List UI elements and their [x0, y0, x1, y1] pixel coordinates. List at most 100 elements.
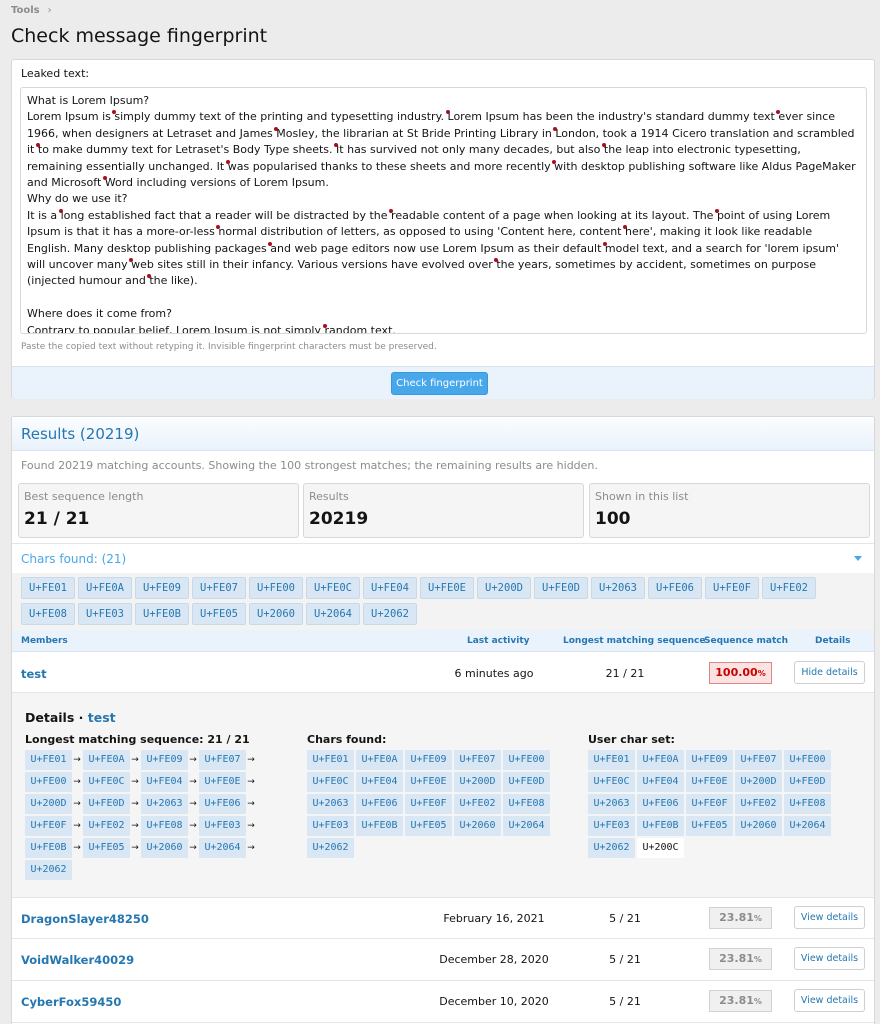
arrow-right-icon: →: [131, 777, 139, 787]
char-chip: U+2064: [784, 816, 831, 836]
member-name-link[interactable]: DragonSlayer48250: [21, 912, 149, 926]
check-fingerprint-button[interactable]: Check fingerprint: [391, 372, 488, 395]
arrow-right-icon: →: [73, 755, 81, 765]
char-chip: U+FE0C: [306, 577, 360, 599]
details-panel: Details · test Longest matching sequence…: [12, 693, 874, 898]
sequence-chip: U+FE0A: [83, 750, 130, 770]
chars-found-toggle[interactable]: Chars found: (21): [12, 543, 874, 573]
longest-sequence-label: Longest matching sequence: 21 / 21: [25, 733, 250, 746]
char-chip: U+FE02: [454, 794, 501, 814]
sequence-chip: U+FE0B: [25, 838, 72, 858]
char-chip: U+FE02: [762, 577, 816, 599]
sequence-chip: U+FE0C: [83, 772, 130, 792]
chevron-right-icon: ›: [47, 5, 52, 16]
char-chip: U+FE0B: [135, 603, 189, 625]
details-title: Details · test: [25, 710, 116, 725]
arrow-right-icon: →: [247, 777, 255, 787]
char-chip: U+FE04: [637, 772, 684, 792]
sequence-chip: U+FE05: [83, 838, 130, 858]
char-chip: U+FE06: [637, 794, 684, 814]
sequence-chip: U+FE00: [25, 772, 72, 792]
pct-unit: %: [753, 997, 762, 1006]
breadcrumb-tools-link[interactable]: Tools: [11, 5, 40, 16]
results-title: Results (20219): [12, 417, 874, 451]
col-details: Details: [815, 636, 851, 646]
fingerprint-marker-icon: [389, 208, 394, 213]
char-chip: U+FE08: [21, 603, 75, 625]
char-chip: U+2062: [588, 838, 635, 858]
char-chip: U+FE0D: [503, 772, 550, 792]
fingerprint-marker-icon: [58, 208, 63, 213]
table-row: VoidWalker40029 December 28, 2020 5 / 21…: [12, 939, 874, 981]
arrow-right-icon: →: [247, 821, 255, 831]
fingerprint-marker-icon: [552, 159, 557, 164]
details-sequence: Longest matching sequence: 21 / 21 U+FE0…: [25, 733, 285, 882]
char-chip: U+FE06: [648, 577, 702, 599]
view-details-button[interactable]: View details: [794, 989, 865, 1012]
char-chip: U+FE0B: [637, 816, 684, 836]
char-chip: U+FE03: [307, 816, 354, 836]
sequence-match-badge: 23.81%: [709, 948, 772, 970]
arrow-right-icon: →: [131, 755, 139, 765]
fingerprint-marker-icon: [102, 176, 107, 181]
longest-sequence: 21 / 21: [605, 667, 645, 680]
sequence-match-badge: 23.81%: [709, 907, 772, 929]
pct-value: 100.00: [715, 666, 758, 679]
leaked-text-input[interactable]: What is Lorem Ipsum? Lorem Ipsum is simpl…: [20, 87, 867, 334]
arrow-right-icon: →: [189, 799, 197, 809]
hide-details-button[interactable]: Hide details: [794, 661, 865, 684]
char-chip: U+FE0F: [686, 794, 733, 814]
fingerprint-marker-icon: [602, 241, 607, 246]
last-activity: 6 minutes ago: [454, 667, 534, 680]
leaked-text-line: Where does it come from?: [27, 307, 172, 321]
sequence-chip: U+2064: [199, 838, 246, 858]
sequence-chip: U+FE0F: [25, 816, 72, 836]
char-chip: U+FE08: [503, 794, 550, 814]
fingerprint-marker-icon: [714, 208, 719, 213]
char-chip: U+FE09: [405, 750, 452, 770]
char-chip: U+FE01: [21, 577, 75, 599]
chars-found-list: U+FE01 U+FE0A U+FE09 U+FE07 U+FE00 U+FE0C U+FE…: [12, 573, 874, 630]
char-chip: U+FE01: [307, 750, 354, 770]
arrow-right-icon: →: [189, 755, 197, 765]
leaked-text-line: [27, 290, 858, 306]
char-chip: U+FE03: [588, 816, 635, 836]
char-chip: U+FE0F: [705, 577, 759, 599]
char-chip: U+FE0C: [588, 772, 635, 792]
member-name-link[interactable]: test: [21, 667, 47, 681]
view-details-button[interactable]: View details: [794, 906, 865, 929]
stat-best-sequence: Best sequence length 21 / 21: [18, 483, 299, 538]
arrow-right-icon: →: [189, 821, 197, 831]
char-chip: U+2062: [363, 603, 417, 625]
arrow-right-icon: →: [73, 843, 81, 853]
breadcrumb: Tools ›: [11, 5, 52, 16]
fingerprint-marker-icon: [322, 323, 327, 328]
member-name-link[interactable]: CyberFox59450: [21, 995, 121, 1009]
results-summary: Found 20219 matching accounts. Showing t…: [21, 459, 598, 472]
char-chip: U+200D: [477, 577, 531, 599]
last-activity: December 10, 2020: [439, 995, 549, 1008]
user-char-set-heading: User char set:: [588, 733, 675, 746]
char-chip: U+2063: [591, 577, 645, 599]
details-user-link[interactable]: test: [88, 710, 116, 725]
char-chip: U+2063: [307, 794, 354, 814]
arrow-right-icon: →: [131, 821, 139, 831]
char-chip: U+2060: [454, 816, 501, 836]
view-details-button[interactable]: View details: [794, 947, 865, 970]
arrow-right-icon: →: [73, 777, 81, 787]
fingerprint-marker-icon: [268, 241, 273, 246]
char-chip: U+2062: [307, 838, 354, 858]
sequence-chip: U+FE03: [199, 816, 246, 836]
leaked-text-line: What is Lorem Ipsum?: [27, 94, 150, 107]
last-activity: December 28, 2020: [439, 953, 549, 966]
table-row: test 6 minutes ago 21 / 21 100.00% Hide …: [12, 653, 874, 693]
stat-value: 100: [595, 509, 631, 529]
char-chip: U+FE05: [686, 816, 733, 836]
member-name-link[interactable]: VoidWalker40029: [21, 953, 134, 967]
char-chip: U+FE0E: [405, 772, 452, 792]
longest-sequence: 5 / 21: [609, 912, 641, 925]
col-sequence-match: Sequence match: [704, 636, 789, 646]
pct-value: 23.81: [719, 994, 754, 1007]
char-chip: U+200D: [735, 772, 782, 792]
chars-found-heading: Chars found:: [307, 733, 387, 746]
